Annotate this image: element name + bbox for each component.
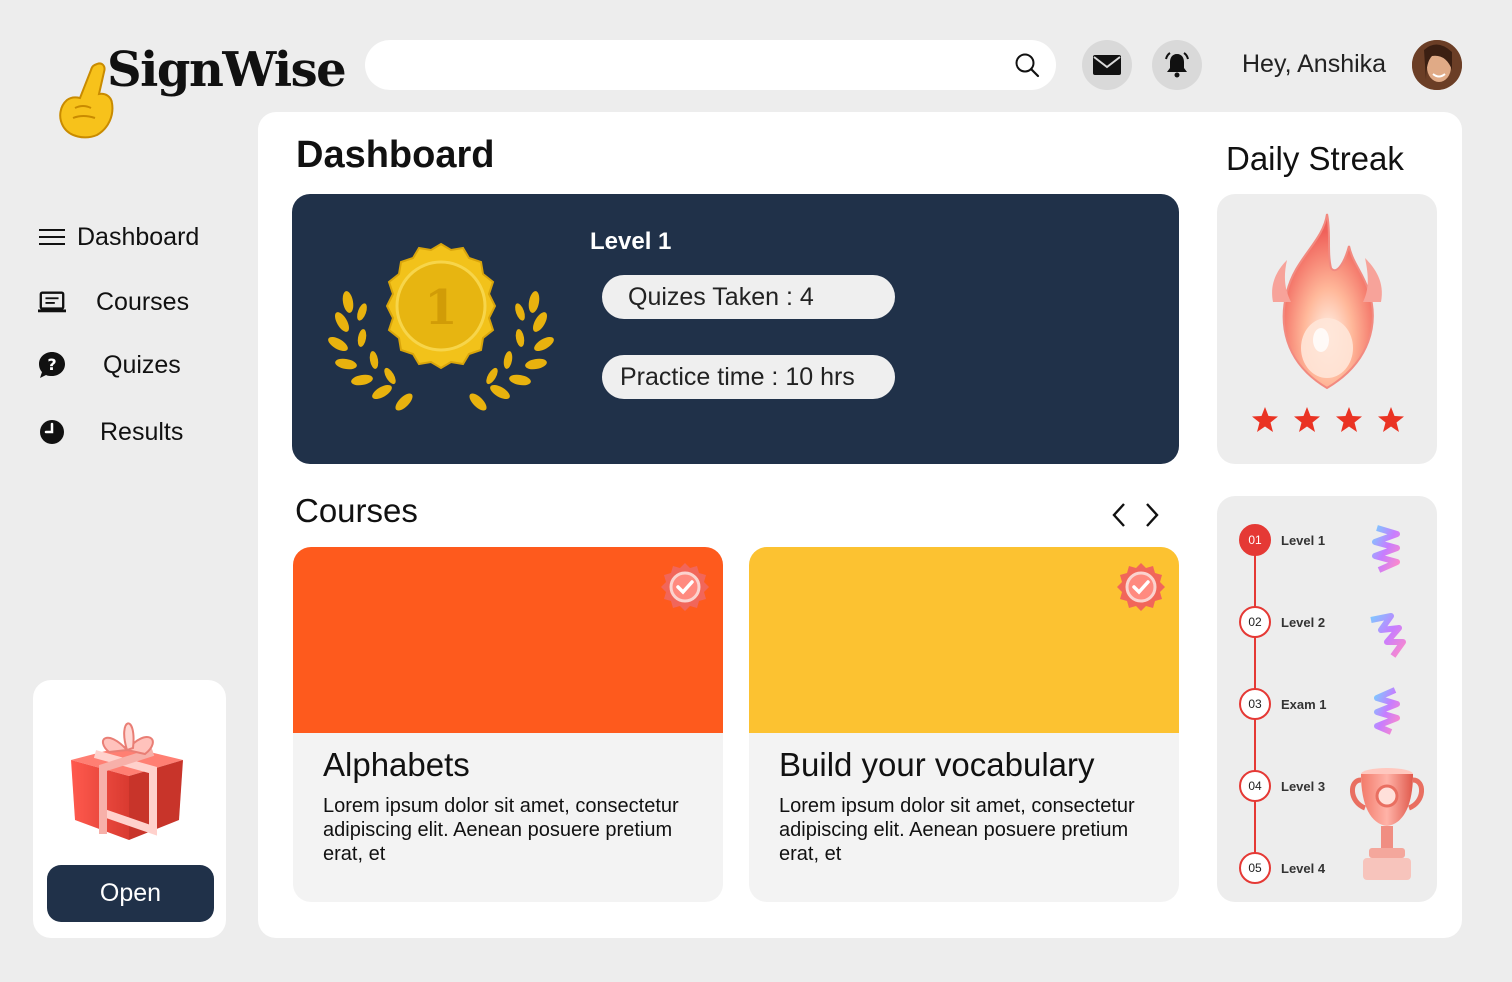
level-step-label: Level 4 bbox=[1281, 860, 1326, 876]
star-icon bbox=[1378, 407, 1404, 432]
level-step-number: 01 bbox=[1239, 524, 1271, 556]
medal-icon: 1 bbox=[328, 242, 556, 414]
level-step-2[interactable]: 02 Level 2 bbox=[1239, 606, 1325, 638]
level-step-label: Level 3 bbox=[1281, 778, 1326, 794]
clock-icon bbox=[38, 418, 66, 446]
course-title: Build your vocabulary bbox=[779, 746, 1095, 783]
search-icon[interactable] bbox=[1014, 52, 1040, 78]
mail-icon bbox=[1093, 55, 1121, 75]
courses-prev-button[interactable] bbox=[1106, 500, 1132, 530]
gift-icon bbox=[71, 722, 183, 840]
laptop-icon bbox=[38, 288, 66, 316]
level-step-5[interactable]: 05 Level 4 bbox=[1239, 852, 1325, 884]
level-step-number: 03 bbox=[1239, 688, 1271, 720]
star-icon bbox=[1294, 407, 1320, 432]
level-card: 1 Level 1 Quizes Taken : 4 Practice time… bbox=[292, 194, 1179, 464]
flame-icon bbox=[1272, 213, 1382, 390]
sidebar-item-label: Results bbox=[100, 417, 184, 446]
verified-badge-icon bbox=[661, 563, 709, 611]
level-step-number: 02 bbox=[1239, 606, 1271, 638]
spiral-icon bbox=[1372, 525, 1400, 573]
trophy-icon bbox=[1350, 768, 1424, 880]
sidebar-item-label: Quizes bbox=[103, 350, 181, 379]
level-step-3[interactable]: 03 Exam 1 bbox=[1239, 688, 1327, 720]
sidebar-item-label: Courses bbox=[96, 287, 190, 316]
courses-section-title: Courses bbox=[295, 492, 418, 529]
user-greeting: Hey, Anshika bbox=[1242, 50, 1387, 78]
chevron-left-icon bbox=[1112, 503, 1125, 527]
course-card-vocabulary[interactable]: Build your vocabulary Lorem ipsum dolor … bbox=[749, 547, 1179, 902]
sidebar-item-quizes[interactable]: ? Quizes bbox=[38, 347, 181, 383]
daily-streak-card bbox=[1217, 194, 1437, 464]
level-step-number: 04 bbox=[1239, 770, 1271, 802]
level-step-label: Level 2 bbox=[1281, 614, 1326, 630]
course-description: Lorem ipsum dolor sit amet, consectetur … bbox=[779, 795, 1135, 865]
daily-streak-title: Daily Streak bbox=[1226, 140, 1404, 177]
course-title: Alphabets bbox=[323, 746, 470, 783]
level-title: Level 1 bbox=[590, 228, 672, 255]
notifications-button[interactable] bbox=[1152, 40, 1202, 90]
main-panel: Dashboard 1 Level 1 Quizes Taken: 4 Pra… bbox=[258, 112, 1462, 938]
course-banner bbox=[293, 547, 723, 733]
course-description: Lorem ipsum dolor sit amet, consectetur … bbox=[323, 795, 679, 865]
courses-next-button[interactable] bbox=[1139, 500, 1165, 530]
level-step-label: Exam 1 bbox=[1281, 696, 1327, 712]
svg-text:?: ? bbox=[47, 355, 56, 374]
star-icon bbox=[1252, 407, 1278, 432]
sidebar-item-label: Dashboard bbox=[77, 222, 200, 251]
level-progress-card: 01 Level 1 02 Level 2 03 Exam 1 04 Level… bbox=[1217, 496, 1437, 902]
avatar[interactable] bbox=[1412, 40, 1462, 90]
level-step-4[interactable]: 04 Level 3 bbox=[1239, 770, 1325, 802]
chevron-right-icon bbox=[1146, 503, 1159, 527]
search-input[interactable] bbox=[385, 40, 985, 90]
star-icon bbox=[1336, 407, 1362, 432]
bell-icon bbox=[1165, 52, 1189, 78]
spiral-icon bbox=[1374, 687, 1400, 735]
spiral-icon bbox=[1370, 613, 1406, 658]
open-gift-button[interactable]: Open bbox=[47, 865, 214, 922]
sidebar-item-courses[interactable]: Courses bbox=[38, 284, 189, 320]
page-title: Dashboard bbox=[296, 134, 495, 176]
quizzes-taken-stat: Quizes Taken : 4 bbox=[602, 275, 895, 319]
gift-card: Open bbox=[33, 680, 226, 938]
course-banner bbox=[749, 547, 1179, 733]
sidebar-item-dashboard[interactable]: Dashboard bbox=[38, 219, 199, 255]
verified-badge-icon bbox=[1117, 563, 1165, 611]
menu-icon bbox=[38, 223, 66, 251]
user-photo bbox=[1412, 40, 1462, 90]
sidebar-item-results[interactable]: Results bbox=[38, 414, 183, 450]
level-step-number: 05 bbox=[1239, 852, 1271, 884]
streak-stars bbox=[1251, 406, 1405, 434]
messages-button[interactable] bbox=[1082, 40, 1132, 90]
practice-time-stat: Practice time : 10 hrs bbox=[602, 355, 895, 399]
question-bubble-icon: ? bbox=[38, 351, 66, 379]
search-bar[interactable] bbox=[365, 40, 1056, 90]
level-step-label: Level 1 bbox=[1281, 532, 1326, 548]
logo-wordmark: SignWise bbox=[107, 42, 347, 98]
level-step-1[interactable]: 01 Level 1 bbox=[1239, 524, 1325, 556]
medal-number: 1 bbox=[424, 280, 457, 336]
course-card-alphabets[interactable]: Alphabets Lorem ipsum dolor sit amet, co… bbox=[293, 547, 723, 902]
